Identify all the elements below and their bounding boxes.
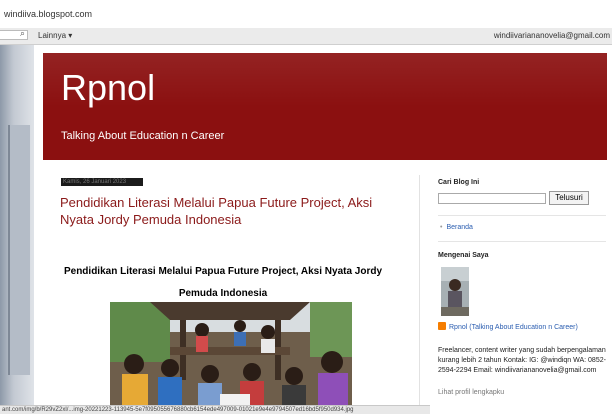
sidebar-home-link[interactable]: • Beranda [440,224,473,231]
post-date: Kamis, 26 Januari 2023 [61,178,143,186]
user-email[interactable]: windiivariananovelia@gmail.com [494,31,610,40]
home-link-label[interactable]: Beranda [446,224,472,231]
sidebar-divider [419,175,420,405]
blogger-icon [438,322,446,330]
profile-name-label[interactable]: Rpnol (Talking About Education n Career) [449,324,578,331]
sidebar-search-button[interactable]: Telusuri [549,191,589,205]
sidebar-separator-2 [438,241,606,242]
status-bar: ant.com/img/b/R29vZ2xl/...img-20221223-1… [0,405,430,414]
view-profile-link[interactable]: Lihat profil lengkapku [438,389,504,396]
post-title[interactable]: Pendidikan Literasi Melalui Papua Future… [60,194,400,228]
browser-address-bar[interactable]: windiiva.blogspot.com [0,0,612,29]
url-text[interactable]: windiiva.blogspot.com [4,9,92,19]
background-left [0,45,34,414]
background-decoration [8,125,30,375]
about-title: Mengenai Saya [438,252,489,259]
post-photo[interactable] [110,302,352,406]
sidebar-separator [438,215,606,216]
bullet-icon: • [440,224,443,231]
profile-bio: Freelancer, content writer yang sudah be… [438,347,606,374]
blog-header: Rpnol Talking About Education n Career [43,53,607,160]
avatar-illustration [441,267,469,316]
post-photo-illustration [110,302,352,406]
more-menu[interactable]: Lainnya ▾ [38,31,72,40]
profile-avatar[interactable] [441,267,469,316]
sidebar-search-title: Cari Blog Ini [438,179,480,186]
article-heading-line-1: Pendidikan Literasi Melalui Papua Future… [63,266,383,277]
blog-description: Talking About Education n Career [61,130,225,142]
blogger-navbar: ⌕ Lainnya ▾ windiivariananovelia@gmail.c… [0,28,612,45]
profile-name[interactable]: Rpnol (Talking About Education n Career) [438,322,588,333]
sidebar-search-input[interactable] [438,193,546,204]
blog-title[interactable]: Rpnol [61,67,155,109]
search-icon[interactable]: ⌕ [20,28,25,39]
article-heading: Pendidikan Literasi Melalui Papua Future… [60,261,386,305]
